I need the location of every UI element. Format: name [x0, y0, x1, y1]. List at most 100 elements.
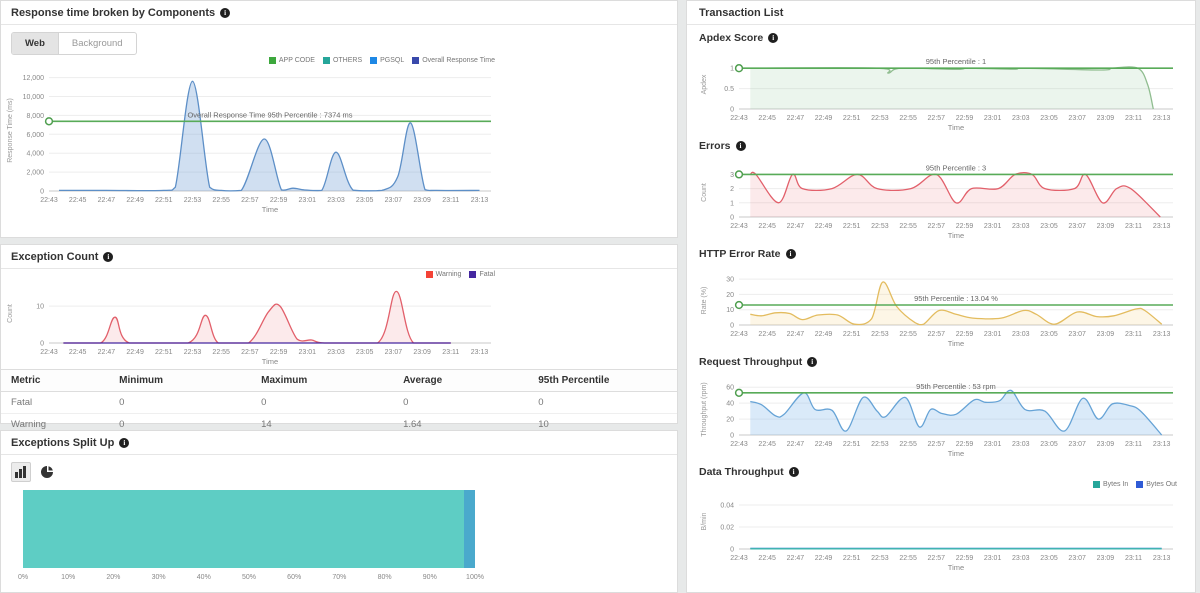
exception-count-chart[interactable]: 22:4322:4522:4722:4922:5122:5322:5522:57…: [3, 271, 503, 367]
svg-text:1: 1: [730, 66, 734, 73]
svg-text:30: 30: [726, 277, 734, 284]
data-throughput-chart[interactable]: 22:4322:4522:4722:4922:5122:5322:5522:57…: [697, 481, 1185, 573]
legend-label: Overall Response Time: [422, 57, 495, 64]
chart-svg: 95th Percentile : 53 rpm22:4322:4522:472…: [697, 371, 1185, 459]
tabs-row: Web Background: [1, 25, 677, 57]
svg-text:95th Percentile : 53 rpm: 95th Percentile : 53 rpm: [916, 382, 996, 391]
legend-item[interactable]: PGSQL: [370, 57, 404, 64]
legend-item[interactable]: Bytes In: [1093, 481, 1128, 488]
svg-text:22:55: 22:55: [899, 331, 917, 338]
svg-text:22:47: 22:47: [787, 223, 805, 230]
svg-text:22:49: 22:49: [815, 555, 833, 562]
svg-text:22:57: 22:57: [928, 441, 946, 448]
svg-text:22:43: 22:43: [730, 331, 748, 338]
svg-text:0.04: 0.04: [720, 503, 734, 510]
exception-stats-table: Metric Minimum Maximum Average 95th Perc…: [1, 369, 677, 436]
legend-item[interactable]: Overall Response Time: [412, 57, 495, 64]
legend-item[interactable]: Bytes Out: [1136, 481, 1177, 488]
request-throughput-chart[interactable]: 95th Percentile : 53 rpm22:4322:4522:472…: [697, 371, 1185, 459]
svg-text:Overall Response Time 95th Per: Overall Response Time 95th Percentile : …: [187, 110, 352, 119]
svg-text:23:09: 23:09: [1097, 331, 1115, 338]
svg-text:Time: Time: [948, 449, 964, 458]
svg-text:23:05: 23:05: [1040, 115, 1058, 122]
errors-chart[interactable]: 95th Percentile : 322:4322:4522:4722:492…: [697, 155, 1185, 241]
percent-tick: 40%: [197, 574, 211, 581]
svg-text:23:07: 23:07: [1068, 331, 1086, 338]
section-title-row: Request Throughput i: [697, 354, 1185, 371]
legend-item[interactable]: APP CODE: [269, 57, 315, 64]
percent-tick: 30%: [152, 574, 166, 581]
svg-text:22:45: 22:45: [758, 555, 776, 562]
svg-text:22:43: 22:43: [40, 349, 58, 356]
bar-chart-icon[interactable]: [11, 462, 31, 482]
svg-text:22:57: 22:57: [928, 555, 946, 562]
legend-item[interactable]: Warning: [426, 271, 462, 278]
svg-text:0: 0: [730, 107, 734, 114]
svg-text:23:07: 23:07: [385, 349, 403, 356]
svg-text:23:09: 23:09: [413, 349, 431, 356]
svg-text:12,000: 12,000: [23, 75, 45, 82]
svg-text:23:01: 23:01: [984, 441, 1002, 448]
legend-swatch: [269, 57, 276, 64]
section-title: Data Throughput: [699, 466, 784, 478]
info-icon[interactable]: i: [119, 438, 129, 448]
svg-text:22:45: 22:45: [69, 349, 87, 356]
svg-text:23:01: 23:01: [299, 197, 317, 204]
svg-text:23:03: 23:03: [327, 197, 345, 204]
section-title: Apdex Score: [699, 32, 763, 44]
svg-text:23:11: 23:11: [1125, 555, 1142, 562]
svg-text:23:05: 23:05: [1040, 555, 1058, 562]
transaction-list-header: Transaction List: [687, 1, 1195, 25]
info-icon[interactable]: i: [807, 357, 817, 367]
info-icon[interactable]: i: [789, 467, 799, 477]
chart-legend: Bytes In Bytes Out: [1093, 481, 1177, 488]
svg-text:23:11: 23:11: [1125, 441, 1142, 448]
legend-swatch: [1136, 481, 1143, 488]
info-icon[interactable]: i: [220, 8, 230, 18]
legend-item[interactable]: OTHERS: [323, 57, 362, 64]
response-time-chart[interactable]: Overall Response Time 95th Percentile : …: [3, 57, 503, 215]
svg-text:22:59: 22:59: [270, 197, 288, 204]
svg-text:22:47: 22:47: [787, 555, 805, 562]
stacked-bar[interactable]: [23, 490, 475, 568]
svg-text:22:49: 22:49: [815, 331, 833, 338]
tab-background[interactable]: Background: [59, 33, 136, 54]
svg-text:23:07: 23:07: [1068, 223, 1086, 230]
tab-web[interactable]: Web: [12, 33, 59, 54]
svg-text:22:45: 22:45: [758, 115, 776, 122]
percent-tick: 80%: [378, 574, 392, 581]
svg-text:22:51: 22:51: [843, 331, 861, 338]
col-maximum: Maximum: [251, 370, 393, 392]
svg-text:22:43: 22:43: [40, 197, 58, 204]
svg-text:23:03: 23:03: [327, 349, 345, 356]
svg-text:22:53: 22:53: [184, 197, 202, 204]
svg-text:Apdex: Apdex: [701, 74, 708, 94]
svg-text:23:13: 23:13: [1153, 331, 1171, 338]
bar-segment[interactable]: [464, 490, 475, 568]
svg-text:10: 10: [726, 307, 734, 314]
svg-text:3: 3: [730, 172, 734, 179]
svg-text:23:07: 23:07: [1068, 441, 1086, 448]
svg-text:23:13: 23:13: [1153, 115, 1171, 122]
pie-chart-icon[interactable]: [37, 462, 57, 482]
percent-tick: 100%: [466, 574, 484, 581]
bar-segment[interactable]: [23, 490, 464, 568]
exceptions-splitup-chart[interactable]: 0%10%20%30%40%50%60%70%80%90%100%: [23, 490, 475, 588]
info-icon[interactable]: i: [786, 249, 796, 259]
svg-text:Count: Count: [701, 183, 708, 202]
exception-count-panel-header: Exception Count i: [1, 245, 677, 269]
svg-text:0.5: 0.5: [724, 86, 734, 93]
http-error-rate-chart[interactable]: 95th Percentile : 13.04 %22:4322:4522:47…: [697, 263, 1185, 349]
svg-text:23:05: 23:05: [1040, 223, 1058, 230]
info-icon[interactable]: i: [768, 33, 778, 43]
legend-swatch: [1093, 481, 1100, 488]
legend-item[interactable]: Fatal: [469, 271, 495, 278]
svg-text:22:55: 22:55: [899, 441, 917, 448]
info-icon[interactable]: i: [736, 141, 746, 151]
svg-text:23:01: 23:01: [299, 349, 317, 356]
info-icon[interactable]: i: [103, 252, 113, 262]
apdex-score-chart[interactable]: 95th Percentile : 122:4322:4522:4722:492…: [697, 47, 1185, 133]
svg-text:22:51: 22:51: [843, 223, 861, 230]
col-95th: 95th Percentile: [528, 370, 677, 392]
svg-text:0.02: 0.02: [720, 525, 734, 532]
